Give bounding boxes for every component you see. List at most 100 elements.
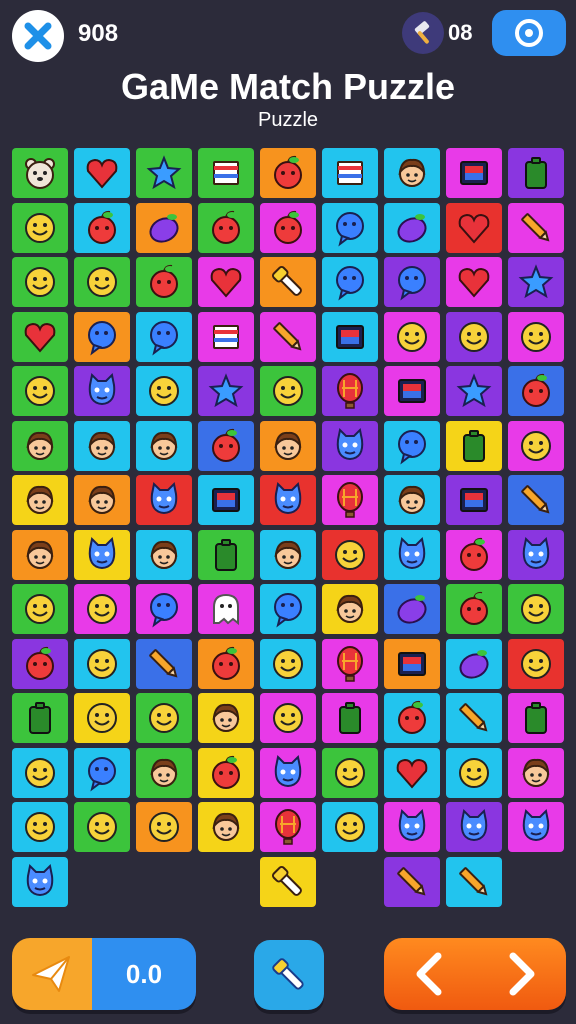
tile[interactable] [12,529,68,580]
arrow-left-icon[interactable] [410,950,450,998]
tile[interactable] [508,257,564,307]
tile[interactable] [12,584,68,634]
tile[interactable] [508,148,564,198]
tile[interactable] [446,202,502,253]
tile[interactable] [198,311,254,362]
tile[interactable] [198,475,254,525]
tile[interactable] [12,802,68,852]
tile[interactable] [74,529,130,580]
tile[interactable] [446,420,502,471]
tile[interactable] [136,148,192,198]
tile[interactable] [12,366,68,416]
tile[interactable] [446,311,502,362]
tile[interactable] [446,584,502,634]
tile[interactable] [508,638,564,689]
tile[interactable] [508,475,564,525]
tile[interactable] [260,638,316,689]
tile[interactable] [384,638,440,689]
tile[interactable] [74,693,130,743]
tile[interactable] [136,638,192,689]
tile[interactable] [136,366,192,416]
tile[interactable] [322,148,378,198]
paper-plane-button[interactable]: 0.0 [12,938,196,1010]
tile[interactable] [384,202,440,253]
tile[interactable] [74,475,130,525]
tile[interactable] [136,202,192,253]
tile[interactable] [12,475,68,525]
tile[interactable] [260,856,316,907]
tile[interactable] [322,529,378,580]
tile[interactable] [198,802,254,852]
tile[interactable] [198,420,254,471]
tile[interactable] [74,311,130,362]
tile[interactable] [446,856,502,907]
tile[interactable] [260,311,316,362]
tile[interactable] [12,747,68,798]
tile[interactable] [136,420,192,471]
tile[interactable] [198,202,254,253]
tile[interactable] [12,257,68,307]
tile[interactable] [384,257,440,307]
tile[interactable] [508,802,564,852]
tile[interactable] [260,475,316,525]
tile[interactable] [508,747,564,798]
tile[interactable] [198,366,254,416]
tile[interactable] [508,202,564,253]
hammer-button[interactable] [402,12,444,54]
tile[interactable] [384,693,440,743]
tile[interactable] [136,693,192,743]
tile[interactable] [198,148,254,198]
tile[interactable] [260,584,316,634]
tile[interactable] [508,584,564,634]
tile[interactable] [198,638,254,689]
tile[interactable] [384,311,440,362]
tile[interactable] [322,420,378,471]
tile[interactable] [384,529,440,580]
tile[interactable] [136,802,192,852]
tile[interactable] [136,311,192,362]
tile[interactable] [136,747,192,798]
tile[interactable] [322,638,378,689]
tile[interactable] [384,856,440,907]
tile[interactable] [384,584,440,634]
tile[interactable] [260,257,316,307]
tile[interactable] [198,529,254,580]
tile[interactable] [74,202,130,253]
swap-arrows-button[interactable] [384,938,566,1010]
tile[interactable] [446,257,502,307]
tile[interactable] [12,638,68,689]
tile[interactable] [260,148,316,198]
tile[interactable] [136,584,192,634]
tile[interactable] [446,638,502,689]
tile[interactable] [508,366,564,416]
tile[interactable] [12,311,68,362]
tile[interactable] [12,856,68,907]
tile[interactable] [508,311,564,362]
tile[interactable] [384,802,440,852]
tile[interactable] [384,148,440,198]
tile[interactable] [74,584,130,634]
tile[interactable] [12,693,68,743]
tile[interactable] [446,148,502,198]
tile[interactable] [384,420,440,471]
tile[interactable] [260,747,316,798]
tile[interactable] [322,202,378,253]
tile[interactable] [322,475,378,525]
tile[interactable] [322,747,378,798]
tile[interactable] [322,693,378,743]
tile[interactable] [198,584,254,634]
tile[interactable] [136,257,192,307]
tile[interactable] [136,475,192,525]
tile[interactable] [260,420,316,471]
tile[interactable] [446,366,502,416]
tile[interactable] [260,202,316,253]
tile[interactable] [12,202,68,253]
tile[interactable] [136,529,192,580]
tile[interactable] [74,148,130,198]
tile[interactable] [508,693,564,743]
tile[interactable] [74,420,130,471]
tile[interactable] [508,420,564,471]
tile[interactable] [384,747,440,798]
tile[interactable] [198,257,254,307]
tile[interactable] [322,366,378,416]
